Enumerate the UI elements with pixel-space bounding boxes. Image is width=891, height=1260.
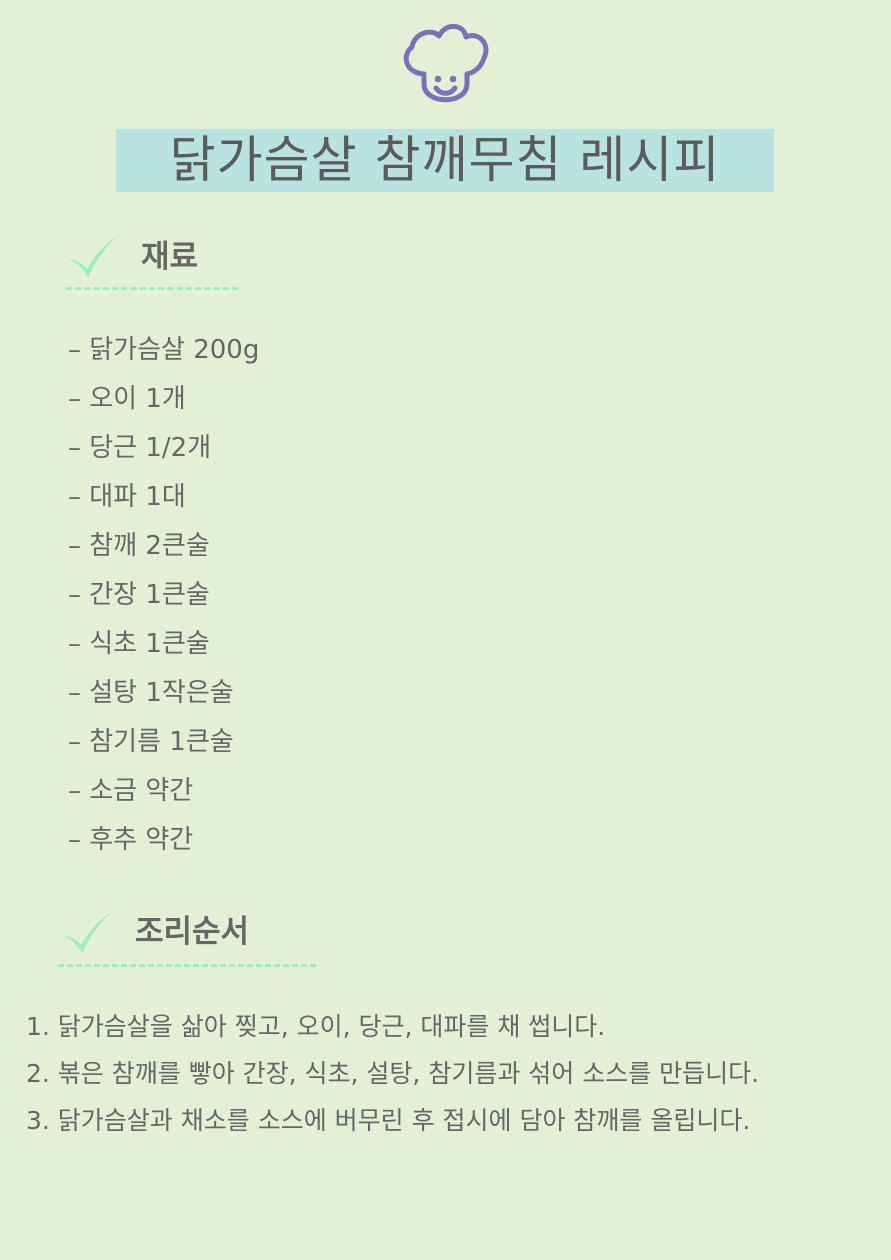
ingredients-heading: 재료 [141,239,199,275]
ingredient-item: – 식초 1큰술 [68,629,210,659]
page-title: 닭가슴살 참깨무침 레시피 [169,131,721,189]
ingredient-item: – 닭가슴살 200g [68,335,260,365]
ingredient-item: – 오이 1개 [68,384,186,414]
ingredient-item: – 당근 1/2개 [68,433,212,463]
step-item: 1. 닭가슴살을 삶아 찢고, 오이, 당근, 대파를 채 썹니다. [26,1012,606,1041]
chef-hat-face-icon [403,23,489,103]
title-highlight: 닭가슴살 참깨무침 레시피 [116,129,774,192]
check-icon [68,234,120,277]
step-item: 3. 닭가슴살과 채소를 소스에 버무린 후 접시에 담아 참깨를 올립니다. [26,1106,751,1135]
check-icon [62,910,114,953]
ingredients-list: – 닭가슴살 200g – 오이 1개 – 당근 1/2개 – 대파 1대 – … [68,326,259,865]
steps-heading: 조리순서 [135,914,250,950]
ingredient-item: – 참깨 2큰술 [68,531,210,561]
ingredient-item: – 후추 약간 [68,825,194,855]
ingredient-item: – 소금 약간 [68,776,194,806]
steps-list: 1. 닭가슴살을 삶아 찢고, 오이, 당근, 대파를 채 썹니다. 2. 볶은… [26,1003,759,1144]
steps-divider [58,964,316,967]
ingredients-divider [66,287,238,290]
step-item: 2. 볶은 참깨를 빻아 간장, 식초, 설탕, 참기름과 섞어 소스를 만듭니… [26,1059,760,1088]
ingredient-item: – 간장 1큰술 [68,580,210,610]
ingredient-item: – 설탕 1작은술 [68,678,234,708]
ingredient-item: – 참기름 1큰술 [68,727,234,757]
ingredient-item: – 대파 1대 [68,482,186,512]
